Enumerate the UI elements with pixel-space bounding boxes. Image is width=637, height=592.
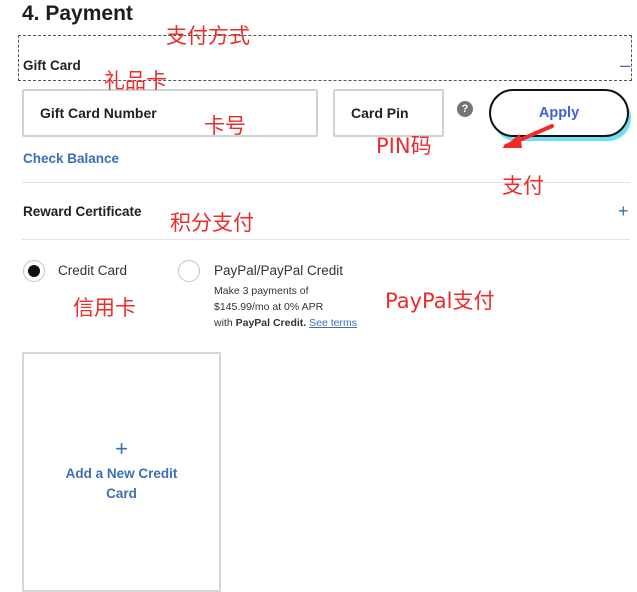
add-credit-card-label: Add a New Credit Card [65,466,178,501]
annotation-credit-card: 信用卡 [73,296,136,320]
plus-icon[interactable]: + [618,202,629,220]
annotation-pin: PIN码 [376,134,432,158]
paypal-desc-with: with [214,317,233,329]
check-balance-link[interactable]: Check Balance [23,151,119,166]
plus-icon: + [115,436,128,461]
paypal-credit-brand: PayPal Credit. [235,317,307,329]
paypal-radio[interactable] [178,260,200,282]
paypal-desc-line3: with PayPal Credit. See terms [214,315,404,331]
divider [22,239,630,240]
paypal-desc-line1: Make 3 payments of [214,285,309,297]
annotation-paypal-pay: PayPal支付 [385,289,495,313]
annotation-gift-card: 礼品卡 [104,69,167,93]
credit-card-radio[interactable] [23,260,45,282]
see-terms-link[interactable]: See terms [309,317,357,329]
paypal-credit-description: Make 3 payments of $145.99/mo at 0% APR … [214,283,404,331]
gift-card-label: Gift Card [23,58,81,73]
minus-icon[interactable]: – [620,56,630,74]
paypal-label[interactable]: PayPal/PayPal Credit [214,263,343,278]
question-mark-icon[interactable]: ? [457,101,473,117]
radio-selected-dot [28,265,40,277]
annotation-pay: 支付 [502,174,544,198]
page-title: 4. Payment [22,2,133,25]
add-credit-card-tile[interactable]: + Add a New Credit Card [22,352,221,592]
annotation-arrow [502,124,554,148]
annotation-points-pay: 积分支付 [170,211,254,235]
paypal-desc-line2: $145.99/mo at 0% APR [214,301,324,313]
reward-certificate-label[interactable]: Reward Certificate [23,204,142,219]
annotation-card-number: 卡号 [204,114,246,138]
annotation-payment-method: 支付方式 [166,24,250,48]
gift-card-number-input[interactable] [22,89,318,137]
credit-card-label[interactable]: Credit Card [58,263,127,278]
